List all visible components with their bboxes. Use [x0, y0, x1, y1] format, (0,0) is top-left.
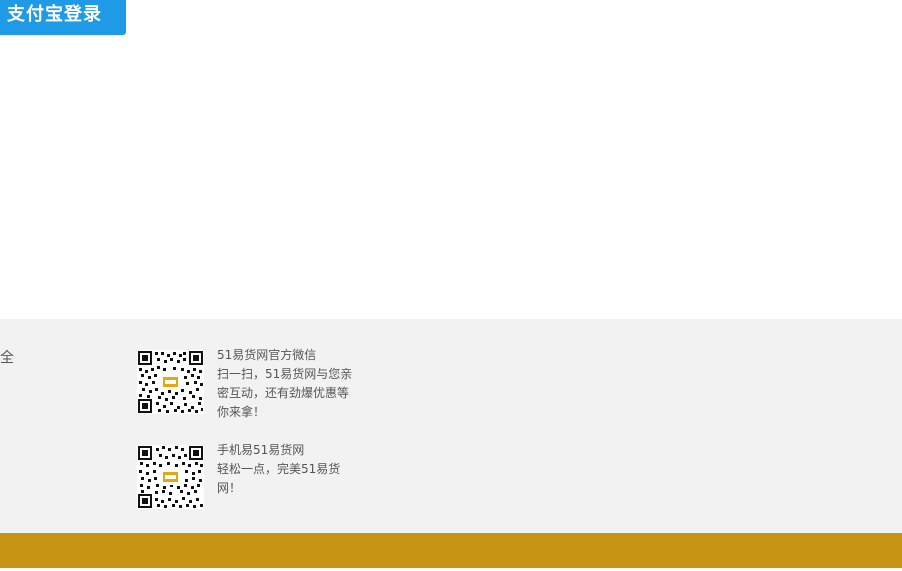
- footer: 安全 题 南: [0, 319, 902, 533]
- qr-code-icon: [137, 445, 204, 509]
- qr-description: 51易货网官方微信 扫一扫，51易货网与您亲密互动，还有劲爆优惠等你来拿！: [217, 346, 359, 422]
- page: 支付宝登录 安全 题 南: [0, 0, 902, 571]
- footer-column-title: 安全: [0, 350, 14, 366]
- qr-description: 手机易51易货网 轻松一点，完美51易货网！: [217, 441, 359, 498]
- qr-code-icon: [137, 350, 204, 414]
- qr-desc-text: 扫一扫，51易货网与您亲密互动，还有劲爆优惠等你来拿！: [217, 367, 353, 419]
- qr-title: 手机易51易货网: [217, 443, 305, 457]
- alipay-login-button[interactable]: 支付宝登录: [0, 0, 126, 35]
- qr-title: 51易货网官方微信: [217, 348, 317, 362]
- bottom-bar: [0, 533, 902, 571]
- qr-desc-text: 轻松一点，完美51易货网！: [217, 462, 341, 495]
